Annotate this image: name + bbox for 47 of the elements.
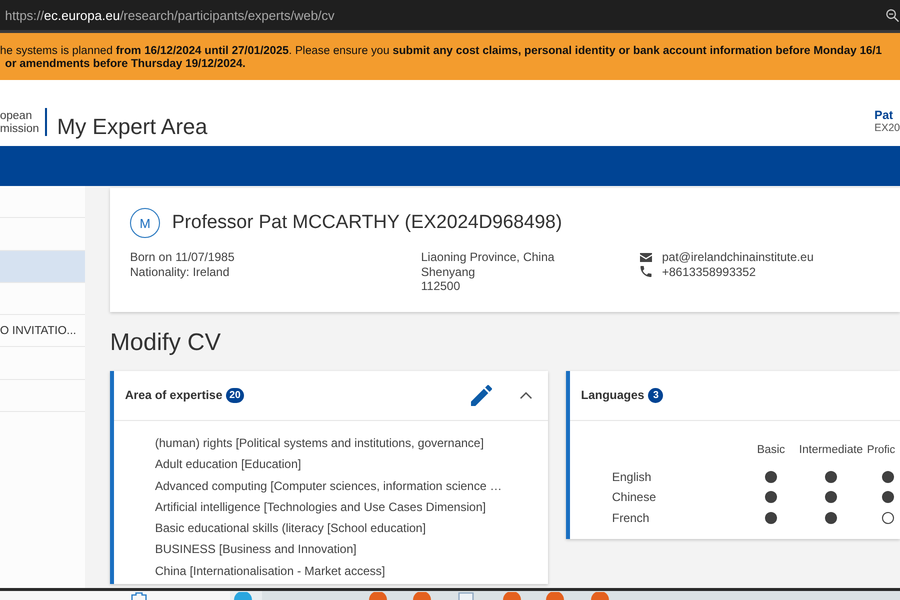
expertise-item: (human) rights [Political systems and institutions, governance] [155,435,484,452]
count-badge: 3 [648,388,664,402]
expertise-item: Artificial intelligence [Technologies and Use Cases Dimension] [155,498,486,516]
language-name: Chinese [612,490,656,504]
user-name[interactable]: Pat [874,109,900,122]
site-title: My Expert Area [56,114,208,140]
personal-detail: Born on 11/07/1985 [130,250,235,264]
address-line: Shenyang [421,264,476,279]
zoom-out-icon[interactable] [886,8,899,22]
expert-name: Professor Pat MCCARTHY (EX2024D968498) [172,212,562,234]
expertise-item: BUSINESS [Business and Innovation] [155,541,356,558]
count-badge: 20 [226,388,244,402]
taskbar-icon[interactable] [234,592,252,600]
taskbar-icon[interactable] [503,592,521,600]
expertise-item: Basic educational skills (literacy [School education] [155,520,426,538]
expertise-item: Advanced computing [Computer sciences, information science … [155,478,502,495]
personal-detail: Nationality: Ireland [130,264,230,279]
taskbar-icon[interactable] [413,592,431,600]
taskbar-icon[interactable] [458,592,474,600]
address-line: Liaoning Province, China [421,250,554,264]
envelope-icon [640,252,652,262]
language-name: French [612,510,650,525]
card-title: Languages [581,388,644,402]
card-title: Area of expertise [125,388,222,402]
language-name: English [612,470,652,484]
taskbar-icon[interactable] [546,592,564,600]
notice-text: he systems is planned from 16/12/2024 until 27/01/2025. Please ensure you submit any cost claims, personal identity or bank account information before Monday 16/1 or amendments before Thursday 19/12/2024. [0,45,882,70]
logo-text: opean mission [0,110,39,136]
avatar: M [130,208,160,238]
page-title: Modify CV [110,328,221,356]
contact-email: pat@irelandchinainstitute.eu [662,250,814,264]
address-field[interactable]: https://ec.europa.eu/research/participants/experts/web/cv [0,0,900,33]
user-id: EX20 [874,122,900,135]
taskbar-icon[interactable] [369,592,387,600]
taskbar-icon[interactable] [131,592,147,600]
level-header: Basic [756,442,786,456]
pencil-icon[interactable] [471,384,492,406]
phone-icon [640,266,652,278]
expertise-item: China [Internationalisation - Market access] [155,562,386,580]
address-line: 112500 [421,279,460,294]
contact-phone: +8613358993352 [662,264,756,279]
sidebar-item[interactable]: O INVITATIO... [0,315,85,348]
level-header: Profic [866,442,896,456]
chevron-up-icon[interactable] [520,392,532,398]
expertise-item: Adult education [Education] [155,456,302,474]
level-header: Intermediate [799,442,863,456]
taskbar-icon[interactable] [591,592,609,600]
